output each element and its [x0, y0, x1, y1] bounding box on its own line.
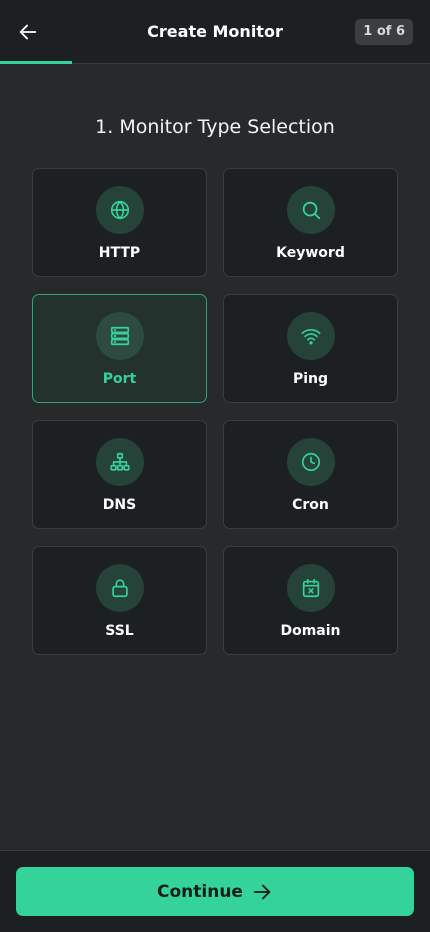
monitor-type-label: DNS [102, 497, 137, 513]
server-icon [109, 325, 131, 347]
monitor-type-card-ssl[interactable]: SSL [32, 546, 207, 655]
clock-icon [300, 451, 322, 473]
monitor-type-grid: HTTP Keyword Port Ping DNS Cron SSL Doma… [32, 168, 398, 655]
lock-icon [109, 577, 131, 599]
arrow-right-icon [251, 881, 273, 903]
progress-bar-fill [0, 61, 72, 64]
icon-badge [286, 564, 335, 612]
monitor-type-label: SSL [105, 623, 134, 639]
globe-icon [109, 199, 131, 221]
search-icon [300, 199, 322, 221]
icon-badge [286, 186, 335, 234]
monitor-type-card-keyword[interactable]: Keyword [223, 168, 398, 277]
wifi-icon [300, 325, 322, 347]
bottom-bar: Continue [0, 850, 430, 932]
step-badge: 1 of 6 [355, 19, 413, 45]
calendar-x-icon [300, 577, 322, 599]
monitor-type-label: HTTP [98, 245, 141, 261]
arrow-left-icon [17, 21, 39, 43]
icon-badge [95, 438, 144, 486]
progress-bar [0, 61, 430, 64]
monitor-type-card-cron[interactable]: Cron [223, 420, 398, 529]
monitor-type-card-port[interactable]: Port [32, 294, 207, 403]
continue-button[interactable]: Continue [16, 867, 414, 916]
icon-badge [95, 564, 144, 612]
monitor-type-card-ping[interactable]: Ping [223, 294, 398, 403]
icon-badge [286, 312, 335, 360]
section-title: 1. Monitor Type Selection [95, 116, 335, 138]
monitor-type-label: Ping [292, 371, 329, 387]
monitor-type-card-dns[interactable]: DNS [32, 420, 207, 529]
top-bar: Create Monitor 1 of 6 [0, 0, 430, 64]
monitor-type-label: Cron [292, 497, 329, 513]
network-icon [109, 451, 131, 473]
monitor-type-card-http[interactable]: HTTP [32, 168, 207, 277]
create-monitor-screen: Create Monitor 1 of 6 1. Monitor Type Se… [0, 0, 430, 932]
monitor-type-label: Port [102, 371, 137, 387]
back-button[interactable] [10, 14, 46, 50]
icon-badge [95, 186, 144, 234]
monitor-type-label: Domain [280, 623, 341, 639]
monitor-type-card-domain[interactable]: Domain [223, 546, 398, 655]
continue-button-label: Continue [157, 881, 243, 902]
icon-badge [95, 312, 144, 360]
icon-badge [286, 438, 335, 486]
monitor-type-label: Keyword [276, 245, 345, 261]
